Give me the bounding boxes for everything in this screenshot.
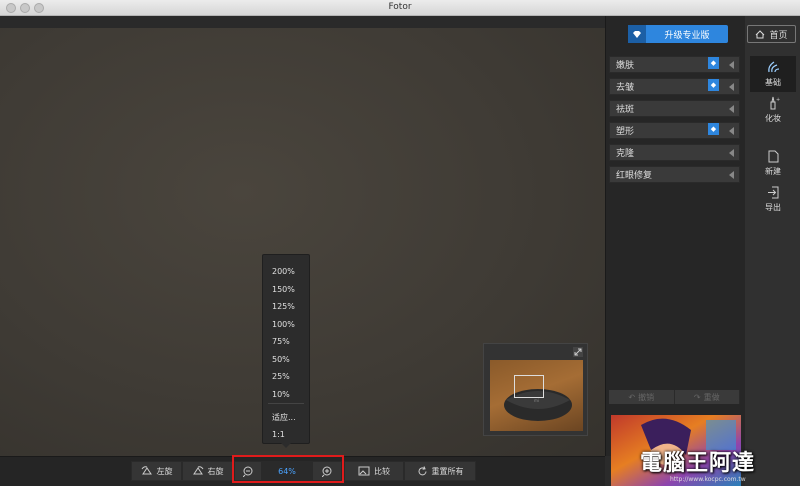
redo-label: 重做 (703, 392, 720, 402)
rail-item-makeup[interactable]: + 化妆 (750, 96, 796, 126)
tool-item-wrinkle-removal[interactable]: 去皱 ◆ (609, 78, 740, 95)
rail-label: 新建 (765, 167, 781, 176)
undo-label: 撤销 (638, 392, 655, 402)
rotate-left-icon (141, 466, 152, 475)
rotate-right-button[interactable]: 右旋 (182, 461, 233, 481)
rail-label: 基础 (765, 78, 781, 87)
home-icon (756, 29, 765, 38)
home-button[interactable]: 首页 (747, 25, 796, 43)
premium-diamond-icon: ◆ (708, 57, 719, 69)
zoom-option[interactable]: 10% (272, 390, 290, 399)
tool-item-reshape[interactable]: 塑形 ◆ (609, 122, 740, 139)
zoom-option[interactable]: 100% (272, 320, 295, 329)
rail-item-basic[interactable]: 基础 (750, 56, 796, 92)
history-bar: ↶ 撤销 ↷ 重做 (609, 390, 740, 404)
navigator-thumbnail[interactable]: mi (490, 360, 583, 431)
upgrade-label: 升级专业版 (664, 30, 710, 41)
rail-item-new[interactable]: 新建 (750, 150, 796, 180)
refresh-icon (418, 465, 426, 475)
zoom-fit-option[interactable]: 适应... (272, 412, 296, 423)
zoom-option[interactable]: 200% (272, 267, 295, 276)
tool-label: 克隆 (616, 149, 635, 159)
viewport-rectangle[interactable] (514, 375, 544, 398)
zoom-actual-size-option[interactable]: 1:1 (272, 430, 285, 439)
zoom-menu: 200% 150% 125% 100% 75% 50% 25% 10% 适应..… (262, 254, 310, 444)
rotate-left-label: 左旋 (156, 466, 173, 476)
zoom-option[interactable]: 125% (272, 302, 295, 311)
zoom-option[interactable]: 50% (272, 355, 290, 364)
tool-item-skin-smoothing[interactable]: 嫩肤 ◆ (609, 56, 740, 73)
svg-text:+: + (776, 97, 780, 103)
chevron-left-icon (729, 83, 734, 91)
compare-image-icon (358, 466, 370, 476)
home-label: 首页 (769, 30, 788, 41)
zoom-controls-highlight (232, 455, 344, 483)
tool-label: 去皱 (616, 83, 635, 93)
menu-divider (268, 403, 304, 404)
reset-all-button[interactable]: 重置所有 (404, 461, 476, 481)
premium-diamond-icon: ◆ (708, 123, 719, 135)
tool-label: 红眼修复 (616, 171, 653, 181)
navigator-panel: mi (483, 343, 588, 436)
rail-label: 化妆 (765, 114, 781, 123)
title-bar: Fotor (0, 0, 800, 16)
site-watermark: 電腦王阿達 (640, 451, 756, 476)
chevron-left-icon (729, 171, 734, 179)
tool-item-red-eye-removal[interactable]: 红眼修复 (609, 166, 740, 183)
site-watermark-url: http://www.kocpc.com.tw (670, 476, 746, 483)
chevron-left-icon (729, 105, 734, 113)
rotate-right-icon (192, 466, 203, 475)
redo-icon: ↷ (693, 392, 701, 402)
rotate-left-button[interactable]: 左旋 (131, 461, 182, 481)
redo-button[interactable]: ↷ 重做 (675, 390, 740, 404)
rail-item-export[interactable]: 导出 (750, 186, 796, 216)
svg-text:mi: mi (534, 398, 539, 403)
zoom-option[interactable]: 75% (272, 337, 290, 346)
makeup-brush-icon: + (770, 96, 780, 110)
rail-label: 导出 (765, 203, 781, 212)
tool-label: 嫩肤 (616, 61, 635, 71)
rotate-right-label: 右旋 (207, 466, 224, 476)
export-icon (768, 186, 779, 199)
hand-wave-icon (768, 61, 780, 73)
undo-button[interactable]: ↶ 撤销 (609, 390, 675, 404)
chevron-left-icon (729, 127, 734, 135)
zoom-menu-caret (281, 443, 291, 448)
reset-all-label: 重置所有 (431, 466, 464, 476)
tool-label: 祛斑 (616, 105, 635, 115)
tool-item-clone[interactable]: 克隆 (609, 144, 740, 161)
upgrade-button[interactable]: 升级专业版 (628, 25, 728, 43)
zoom-option[interactable]: 150% (272, 285, 295, 294)
chevron-left-icon (729, 61, 734, 69)
compare-label: 比较 (374, 466, 390, 476)
window-title: Fotor (388, 2, 412, 12)
undo-icon: ↶ (628, 392, 636, 402)
canvas-top-strip (0, 16, 605, 28)
collapse-navigator-icon[interactable] (573, 347, 583, 357)
chevron-left-icon (729, 149, 734, 157)
tool-label: 塑形 (616, 127, 635, 137)
zoom-option[interactable]: 25% (272, 372, 290, 381)
tool-item-blemish-removal[interactable]: 祛斑 (609, 100, 740, 117)
compare-button[interactable]: 比较 (344, 461, 404, 481)
diamond-icon (628, 25, 646, 43)
new-file-icon (768, 150, 779, 163)
premium-diamond-icon: ◆ (708, 79, 719, 91)
